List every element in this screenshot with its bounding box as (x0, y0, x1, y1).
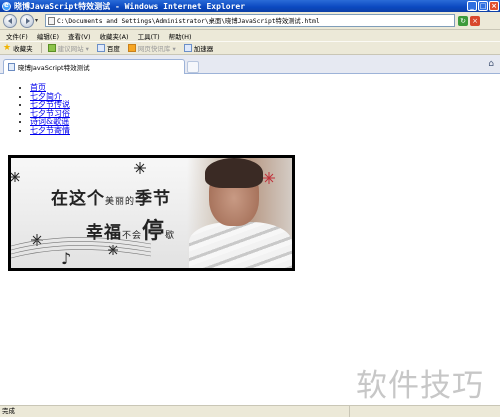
fav-label: 百度 (106, 45, 120, 53)
tab-label: 晓博JavaScript特效测试 (18, 64, 90, 72)
baidu-icon (96, 44, 105, 52)
fav-suggested-sites[interactable]: 建议网站 ▾ (47, 43, 89, 53)
page-icon (8, 63, 15, 71)
page-icon (48, 16, 55, 25)
back-button[interactable] (3, 13, 17, 28)
snowflake-icon (11, 172, 20, 182)
menu-help[interactable]: 帮助(H) (169, 31, 192, 41)
web-slice-icon (127, 44, 136, 52)
menu-favorites[interactable]: 收藏夹(A) (100, 31, 129, 41)
banner-text: 不会 (122, 231, 143, 241)
portrait-photo (187, 158, 292, 268)
menu-edit[interactable]: 编辑(E) (37, 31, 59, 41)
accelerator-icon (183, 44, 192, 52)
banner-text: 停 (142, 219, 166, 244)
fav-label: 建议网站 ▾ (57, 45, 89, 53)
address-text: C:\Documents and Settings\Administrator\… (57, 18, 320, 25)
snowflake-icon (134, 162, 146, 174)
refresh-icon[interactable]: ↻ (458, 15, 468, 26)
status-bar: 完成 (0, 405, 500, 417)
divider (40, 43, 42, 53)
fav-label: 网页快讯库 ▾ (137, 45, 176, 53)
menu-file[interactable]: 文件(F) (6, 31, 28, 41)
suggested-sites-icon (47, 44, 56, 52)
nav-list: 首页 七夕简介 七夕节传说 七夕节习俗 诗词&歌谣 七夕节寄情 (30, 83, 70, 136)
fav-accelerator[interactable]: 加速器 (183, 43, 214, 53)
banner-line1: 在这个美丽的季节 (51, 184, 171, 209)
stop-icon[interactable]: × (470, 15, 480, 26)
address-field[interactable]: C:\Documents and Settings\Administrator\… (45, 14, 455, 27)
page-tools-icon[interactable]: ⌂ (488, 59, 494, 69)
link-feelings[interactable]: 七夕节寄情 (30, 126, 70, 135)
history-dropdown-icon[interactable]: ▾ (35, 17, 41, 24)
tab-row: 晓博JavaScript特效测试 ⌂ (0, 55, 500, 74)
window-controls: _ □ × (467, 1, 499, 11)
star-icon: ★ (3, 42, 12, 53)
ie-logo-icon (2, 1, 11, 11)
banner-text: 幸福 (86, 223, 122, 243)
favorites-button[interactable]: ★ 收藏夹 (3, 43, 33, 53)
banner-text: 歇 (165, 231, 176, 241)
window-title: 晓博JavaScript特效测试 - Windows Internet Expl… (14, 1, 246, 11)
minimize-button[interactable]: _ (467, 1, 477, 11)
menu-bar: 文件(F) 编辑(E) 查看(V) 收藏夹(A) 工具(T) 帮助(H) (0, 30, 500, 41)
list-item: 七夕节寄情 (30, 126, 70, 136)
banner-text: 季节 (135, 189, 172, 209)
menu-tools[interactable]: 工具(T) (138, 31, 160, 41)
banner-text: 在这个 (51, 189, 105, 209)
page-content: 首页 七夕简介 七夕节传说 七夕节习俗 诗词&歌谣 七夕节寄情 (0, 74, 500, 405)
snowflake-red-icon (263, 172, 275, 184)
fav-baidu[interactable]: 百度 (96, 43, 120, 53)
banner-text: 美丽的 (105, 197, 136, 207)
close-button[interactable]: × (489, 1, 499, 11)
fav-web-slice[interactable]: 网页快讯库 ▾ (127, 43, 176, 53)
maximize-button[interactable]: □ (478, 1, 488, 11)
menu-view[interactable]: 查看(V) (68, 31, 91, 41)
watermark: 软件技巧 (356, 368, 484, 404)
forward-button[interactable] (20, 13, 34, 28)
title-bar: 晓博JavaScript特效测试 - Windows Internet Expl… (0, 0, 500, 12)
treble-clef-icon: ♪ (61, 249, 71, 268)
address-row: ▾ C:\Documents and Settings\Administrato… (0, 12, 500, 30)
favorites-bar: ★ 收藏夹 建议网站 ▾ 百度 网页快讯库 ▾ 加速器 (0, 41, 500, 55)
favorites-label: 收藏夹 (13, 45, 33, 53)
status-text: 完成 (2, 407, 15, 415)
tab-active[interactable]: 晓博JavaScript特效测试 (3, 59, 185, 74)
status-divider (349, 406, 350, 417)
new-tab-button[interactable] (187, 61, 199, 73)
banner-image: ♪ 在这个美丽的季节 幸福不会停歇 (8, 155, 295, 271)
fav-label: 加速器 (193, 45, 214, 53)
banner-line2: 幸福不会停歇 (86, 213, 175, 245)
